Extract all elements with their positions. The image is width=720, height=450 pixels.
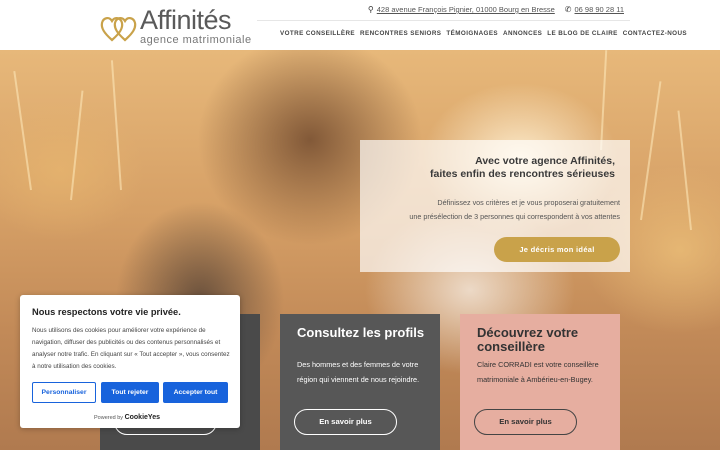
card-profiles-button[interactable]: En savoir plus: [294, 409, 397, 435]
powered-prefix: Powered by: [94, 415, 124, 421]
logo-subtitle: agence matrimoniale: [140, 34, 252, 46]
cookie-title: Nous respectons votre vie privée.: [32, 307, 181, 317]
cookie-powered-by[interactable]: Powered by CookieYes: [94, 414, 160, 421]
cookieyes-logo: CookieYes: [124, 414, 160, 421]
site-header: Affinités agence matrimoniale ⚲ 428 avenu…: [0, 0, 720, 50]
phone-link[interactable]: ✆ 06 98 90 28 11: [565, 5, 624, 14]
cookie-accept-button[interactable]: Accepter tout: [163, 382, 228, 403]
phone-icon: ✆: [564, 5, 572, 14]
address-link[interactable]: ⚲ 428 avenue François Pignier, 01000 Bour…: [368, 5, 555, 14]
cookie-banner: Nous respectons votre vie privée. Nous u…: [20, 295, 240, 428]
main-nav: VOTRE CONSEILLÈRE RENCONTRES SENIORS TÉM…: [280, 30, 687, 37]
card-profiles-text: Des hommes et des femmes de votre région…: [297, 360, 420, 384]
contact-topbar: ⚲ 428 avenue François Pignier, 01000 Bour…: [368, 5, 624, 14]
card-advisor-title: Découvrez votre conseillère: [477, 325, 579, 354]
hero-text-line2: une présélection de 3 personnes qui corr…: [409, 212, 620, 221]
card-profiles: Consultez les profils Des hommes et des …: [280, 314, 440, 450]
nav-item-conseillere[interactable]: VOTRE CONSEILLÈRE: [280, 30, 355, 37]
card-advisor: Découvrez votre conseillère Claire CORRA…: [460, 314, 620, 450]
hero-title: Avec votre agence Affinités, faites enfi…: [365, 155, 615, 181]
hearts-logo-icon: [100, 17, 137, 42]
card-advisor-button[interactable]: En savoir plus: [474, 409, 577, 435]
phone-text: 06 98 90 28 11: [574, 5, 625, 14]
nav-item-annonces[interactable]: ANNONCES: [503, 30, 542, 37]
nav-item-blog[interactable]: LE BLOG DE CLAIRE: [547, 30, 617, 37]
site-logo[interactable]: Affinités agence matrimoniale: [100, 5, 252, 48]
nav-item-temoignages[interactable]: TÉMOIGNAGES: [446, 30, 498, 37]
hero-title-line2: faites enfin des rencontres sérieuses: [430, 168, 615, 180]
card-profiles-title: Consultez les profils: [297, 325, 425, 340]
hero-panel: Avec votre agence Affinités, faites enfi…: [360, 140, 630, 272]
nav-item-contact[interactable]: CONTACTEZ-NOUS: [623, 30, 687, 37]
describe-ideal-button[interactable]: Je décris mon idéal: [494, 237, 620, 262]
hero-text-line1: Définissez vos critères et je vous propo…: [437, 198, 620, 207]
cookie-reject-button[interactable]: Tout rejeter: [101, 382, 159, 403]
hero-text: Définissez vos critères et je vous propo…: [360, 196, 620, 224]
header-divider: [257, 20, 630, 21]
cookie-customize-button[interactable]: Personnaliser: [32, 382, 96, 403]
map-pin-icon: ⚲: [367, 5, 374, 14]
cookie-text: Nous utilisons des cookies pour améliore…: [32, 327, 230, 370]
hero-title-line1: Avec votre agence Affinités,: [475, 155, 615, 167]
address-text: 428 avenue François Pignier, 01000 Bourg…: [376, 5, 555, 14]
card-advisor-text: Claire CORRADI est votre conseillère mat…: [477, 360, 599, 384]
nav-item-rencontres-seniors[interactable]: RENCONTRES SENIORS: [360, 30, 441, 37]
logo-title: Affinités: [140, 5, 232, 35]
